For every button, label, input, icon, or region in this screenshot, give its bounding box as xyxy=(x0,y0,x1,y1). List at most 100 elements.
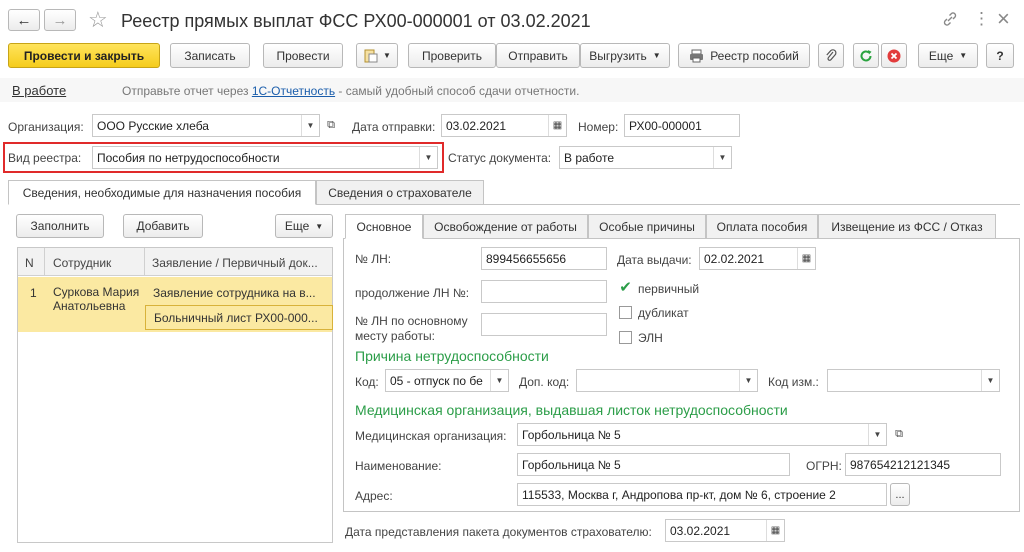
send-button[interactable]: Отправить xyxy=(496,43,580,68)
tab-insurer-info[interactable]: Сведения о страхователе xyxy=(316,180,484,205)
star-icon[interactable]: ☆ xyxy=(88,7,108,33)
ln-number-field[interactable]: 899456655656 xyxy=(481,247,607,270)
attachment-button[interactable] xyxy=(818,43,844,68)
document-menu-button[interactable]: ▼ xyxy=(356,43,398,68)
tab-special-reasons[interactable]: Особые причины xyxy=(588,214,706,239)
close-icon[interactable]: × xyxy=(997,6,1010,32)
reporting-hint: Отправьте отчет через 1С-Отчетность - са… xyxy=(122,84,579,98)
open-icon[interactable]: ⧉ xyxy=(322,115,340,136)
issue-date-value: 02.02.2021 xyxy=(704,251,765,266)
post-button[interactable]: Провести xyxy=(263,43,343,68)
calendar-icon[interactable]: ▦ xyxy=(766,520,784,541)
chevron-down-icon: ▼ xyxy=(315,221,324,231)
open-icon[interactable]: ⧉ xyxy=(890,424,908,445)
paperclip-icon xyxy=(826,48,837,61)
chevron-down-icon: ▼ xyxy=(383,51,391,60)
main-ln-field[interactable] xyxy=(481,313,607,336)
left-more-button[interactable]: Еще ▼ xyxy=(275,214,333,238)
row-sick-leave[interactable]: Больничный лист РХ00-000... xyxy=(145,305,333,330)
duplicate-label: дубликат xyxy=(638,306,689,320)
link-icon[interactable] xyxy=(942,11,958,27)
address-label: Адрес: xyxy=(355,489,393,503)
main-ln-label-line1: № ЛН по основному xyxy=(355,314,468,328)
export-button[interactable]: Выгрузить ▼ xyxy=(580,43,670,68)
registry-type-field[interactable]: Пособия по нетрудоспособности ▼ xyxy=(92,146,438,169)
tab-fss-notice[interactable]: Извещение из ФСС / Отказ xyxy=(818,214,996,239)
post-and-close-button[interactable]: Провести и закрыть xyxy=(8,43,160,68)
document-status-field[interactable]: В работе ▼ xyxy=(559,146,732,169)
forward-button[interactable]: → xyxy=(44,9,76,31)
calendar-icon[interactable]: ▦ xyxy=(548,115,566,136)
submission-date-field[interactable]: 03.02.2021 ▦ xyxy=(665,519,785,542)
menu-icon[interactable]: ⋮ xyxy=(973,9,990,29)
document-status-value: В работе xyxy=(564,150,615,165)
refresh-icon xyxy=(860,49,872,61)
export-button-label: Выгрузить xyxy=(589,48,647,63)
issue-date-field[interactable]: 02.02.2021 ▦ xyxy=(699,247,816,270)
printer-icon xyxy=(690,49,704,62)
continuation-label: продолжение ЛН №: xyxy=(355,286,470,300)
chevron-down-icon[interactable]: ▼ xyxy=(490,370,508,391)
continuation-field[interactable] xyxy=(481,280,607,303)
back-button[interactable]: ← xyxy=(8,9,40,31)
registry-type-label: Вид реестра: xyxy=(8,151,82,165)
column-header-document[interactable]: Заявление / Первичный док... xyxy=(152,256,327,270)
tab-release-from-work[interactable]: Освобождение от работы xyxy=(423,214,588,239)
hint-prefix: Отправьте отчет через xyxy=(122,84,252,98)
row-number: 1 xyxy=(30,286,37,300)
ogrn-field[interactable]: 987654212121345 xyxy=(845,453,1001,476)
number-value: РХ00-000001 xyxy=(629,118,702,133)
code-value: 05 - отпуск по бе xyxy=(390,373,483,388)
chevron-down-icon[interactable]: ▼ xyxy=(301,115,319,136)
name-field[interactable]: Горбольница № 5 xyxy=(517,453,790,476)
medorg-value: Горбольница № 5 xyxy=(522,427,621,442)
calendar-icon[interactable]: ▦ xyxy=(797,248,815,269)
chevron-down-icon: ▼ xyxy=(652,51,661,60)
check-button[interactable]: Проверить xyxy=(408,43,496,68)
save-button[interactable]: Записать xyxy=(170,43,250,68)
chevron-down-icon[interactable]: ▼ xyxy=(981,370,999,391)
extra-code-field[interactable]: ▼ xyxy=(576,369,758,392)
reporting-link[interactable]: 1С-Отчетность xyxy=(252,84,335,98)
change-code-label: Код изм.: xyxy=(768,375,819,389)
medorg-field[interactable]: Горбольница № 5 ▼ xyxy=(517,423,887,446)
send-date-field[interactable]: 03.02.2021 ▦ xyxy=(441,114,567,137)
number-field[interactable]: РХ00-000001 xyxy=(624,114,740,137)
refresh-button[interactable] xyxy=(853,43,879,68)
window-title: Реестр прямых выплат ФСС РХ00-000001 от … xyxy=(121,11,591,31)
status-link[interactable]: В работе xyxy=(12,83,66,98)
back-arrow-icon: ← xyxy=(16,11,32,29)
chevron-down-icon[interactable]: ▼ xyxy=(713,147,731,168)
document-status-label: Статус документа: xyxy=(448,151,552,165)
benefit-registry-button[interactable]: Реестр пособий xyxy=(678,43,810,68)
eln-checkbox[interactable] xyxy=(619,331,632,344)
tab-benefit-payment[interactable]: Оплата пособия xyxy=(706,214,818,239)
fill-button[interactable]: Заполнить xyxy=(16,214,104,238)
ogrn-value: 987654212121345 xyxy=(850,457,951,472)
chevron-down-icon[interactable]: ▼ xyxy=(419,147,437,168)
medorg-label: Медицинская организация: xyxy=(355,429,507,443)
cancel-icon xyxy=(887,49,901,62)
primary-checkbox[interactable]: ✔ xyxy=(619,280,632,295)
chevron-down-icon[interactable]: ▼ xyxy=(739,370,757,391)
column-header-employee[interactable]: Сотрудник xyxy=(53,256,111,270)
column-divider xyxy=(44,248,45,276)
address-select-button[interactable]: ... xyxy=(890,483,910,506)
tab-main[interactable]: Основное xyxy=(345,214,423,239)
reason-section-title: Причина нетрудоспособности xyxy=(355,348,549,364)
organization-field[interactable]: ООО Русские хлеба ▼ xyxy=(92,114,320,137)
document-icon xyxy=(364,49,378,62)
code-field[interactable]: 05 - отпуск по бе ▼ xyxy=(385,369,509,392)
tab-benefit-info[interactable]: Сведения, необходимые для назначения пос… xyxy=(8,180,316,205)
chevron-down-icon[interactable]: ▼ xyxy=(868,424,886,445)
address-field[interactable]: 115533, Москва г, Андропова пр-кт, дом №… xyxy=(517,483,887,506)
change-code-field[interactable]: ▼ xyxy=(827,369,1000,392)
primary-label: первичный xyxy=(638,282,700,296)
column-header-n[interactable]: N xyxy=(25,256,34,270)
delete-button[interactable] xyxy=(881,43,907,68)
help-button[interactable]: ? xyxy=(986,43,1014,68)
ln-number-value: 899456655656 xyxy=(486,251,567,266)
duplicate-checkbox[interactable] xyxy=(619,306,632,319)
more-button[interactable]: Еще ▼ xyxy=(918,43,978,68)
add-button[interactable]: Добавить xyxy=(123,214,203,238)
